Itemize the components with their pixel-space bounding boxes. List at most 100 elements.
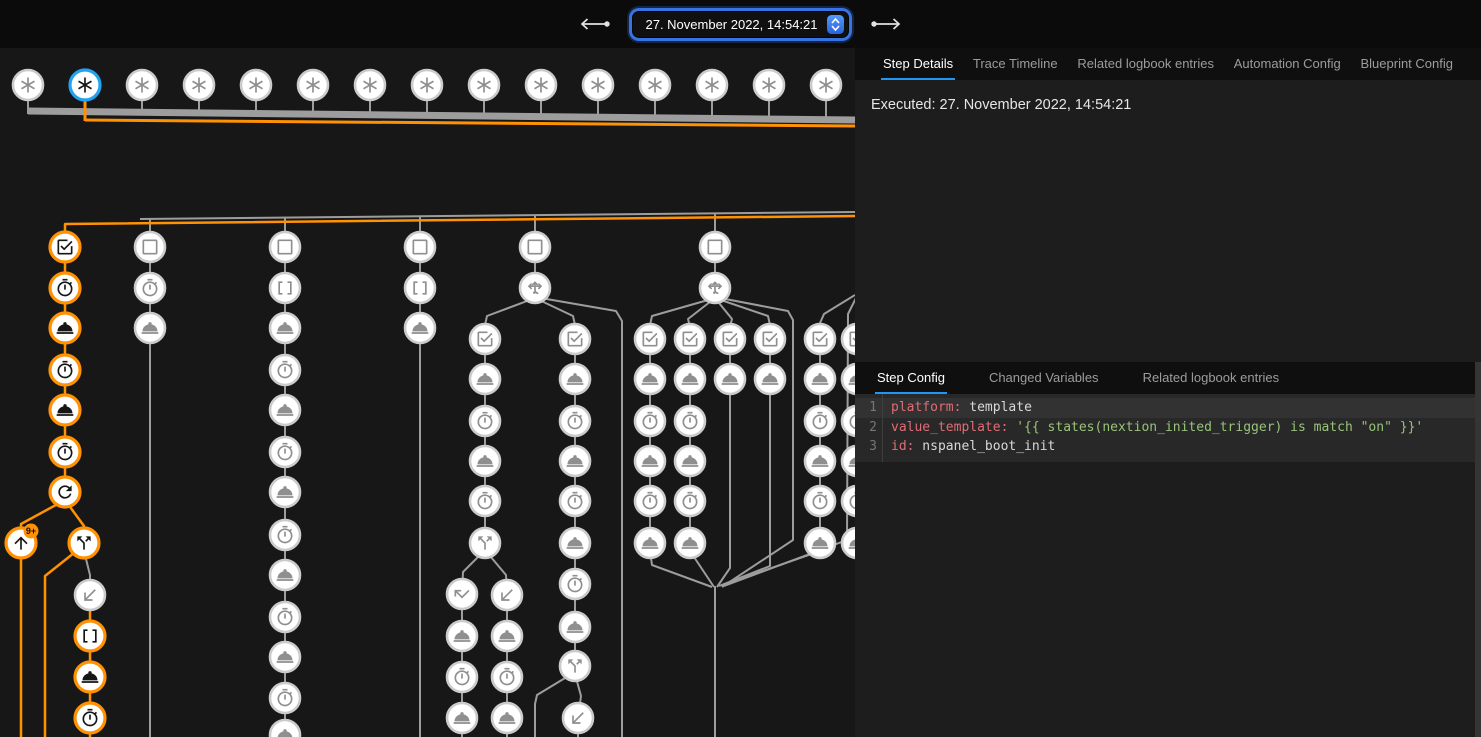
- code-line-3[interactable]: 3id: nspanel_boot_init: [855, 437, 1481, 457]
- trace-node-dome[interactable]: [270, 313, 300, 343]
- trace-node-dome[interactable]: [270, 395, 300, 425]
- trace-node-checkbox[interactable]: [805, 324, 835, 354]
- trace-node-asterisk[interactable]: [70, 70, 100, 100]
- run-datetime-select[interactable]: 27. November 2022, 14:54:21: [632, 11, 848, 38]
- trace-node-dome[interactable]: [805, 446, 835, 476]
- trace-node-asterisk[interactable]: [754, 70, 784, 100]
- trace-node-dome[interactable]: [755, 364, 785, 394]
- trace-node-timer[interactable]: [447, 662, 477, 692]
- trace-node-asterisk[interactable]: [184, 70, 214, 100]
- tab-blueprint-config[interactable]: Blueprint Config: [1358, 48, 1455, 80]
- trace-node-timer[interactable]: [635, 486, 665, 516]
- trace-node-timer[interactable]: [270, 355, 300, 385]
- tab-related-logbook-entries[interactable]: Related logbook entries: [1141, 362, 1282, 394]
- trace-node-checkbox[interactable]: [635, 324, 665, 354]
- trace-node-timer[interactable]: [805, 406, 835, 436]
- trace-node-decision[interactable]: [520, 273, 550, 303]
- trace-node-dome[interactable]: [635, 364, 665, 394]
- trace-node-dome[interactable]: [447, 621, 477, 651]
- tab-changed-variables[interactable]: Changed Variables: [987, 362, 1101, 394]
- trace-node-square[interactable]: [700, 232, 730, 262]
- trace-node-asterisk[interactable]: [811, 70, 841, 100]
- trace-node-dome[interactable]: [75, 662, 105, 692]
- trace-node-square[interactable]: [135, 232, 165, 262]
- trace-node-dome[interactable]: [492, 703, 522, 733]
- trace-node-brackets[interactable]: [75, 621, 105, 651]
- trace-node-dome[interactable]: [635, 528, 665, 558]
- trace-node-dome[interactable]: [675, 528, 705, 558]
- trace-node-asterisk[interactable]: [469, 70, 499, 100]
- trace-node-dome[interactable]: [560, 446, 590, 476]
- trace-node-asterisk[interactable]: [583, 70, 613, 100]
- tab-step-config[interactable]: Step Config: [875, 362, 947, 394]
- trace-node-checkbox[interactable]: [715, 324, 745, 354]
- trace-node-timer[interactable]: [675, 406, 705, 436]
- trace-node-timer[interactable]: [50, 273, 80, 303]
- trace-node-checkbox[interactable]: [755, 324, 785, 354]
- trace-node-asterisk[interactable]: [412, 70, 442, 100]
- yaml-code-editor[interactable]: 1platform: template2value_template: '{{ …: [855, 394, 1481, 462]
- trace-node-dome[interactable]: [675, 446, 705, 476]
- trace-node-dome[interactable]: [270, 720, 300, 737]
- trace-node-timer[interactable]: [270, 437, 300, 467]
- trace-node-timer[interactable]: [50, 437, 80, 467]
- trace-node-timer[interactable]: [675, 486, 705, 516]
- trace-node-dome[interactable]: [492, 621, 522, 651]
- trace-node-timer[interactable]: [50, 355, 80, 385]
- trace-node-arrow-dl[interactable]: [492, 580, 522, 610]
- trace-node-timer[interactable]: [560, 486, 590, 516]
- trace-node-timer[interactable]: [270, 520, 300, 550]
- panel-scrollbar[interactable]: [1475, 362, 1481, 737]
- trace-node-arrow-up[interactable]: 9+: [6, 524, 39, 559]
- tab-trace-timeline[interactable]: Trace Timeline: [971, 48, 1060, 80]
- trace-node-timer[interactable]: [270, 602, 300, 632]
- trace-node-split[interactable]: [470, 528, 500, 558]
- trace-node-timer[interactable]: [75, 703, 105, 733]
- trace-node-arrow-dl[interactable]: [563, 703, 593, 733]
- trace-node-asterisk[interactable]: [127, 70, 157, 100]
- trace-node-dome[interactable]: [270, 477, 300, 507]
- code-line-2[interactable]: 2value_template: '{{ states(nextion_init…: [855, 418, 1481, 438]
- tab-step-details[interactable]: Step Details: [881, 48, 955, 80]
- trace-node-brackets[interactable]: [270, 273, 300, 303]
- trace-node-square[interactable]: [270, 232, 300, 262]
- trace-node-dome[interactable]: [50, 395, 80, 425]
- trace-node-checkbox[interactable]: [842, 324, 855, 354]
- trace-node-dome[interactable]: [675, 364, 705, 394]
- trace-node-timer[interactable]: [470, 406, 500, 436]
- trace-node-asterisk[interactable]: [298, 70, 328, 100]
- trace-node-dome[interactable]: [50, 313, 80, 343]
- trace-node-asterisk[interactable]: [526, 70, 556, 100]
- trace-node-dome[interactable]: [135, 313, 165, 343]
- trace-node-dome[interactable]: [842, 528, 855, 558]
- trace-node-timer[interactable]: [135, 273, 165, 303]
- trace-node-refresh[interactable]: [50, 477, 80, 507]
- trace-node-timer[interactable]: [560, 406, 590, 436]
- trace-node-dome[interactable]: [270, 642, 300, 672]
- trace-node-split[interactable]: [69, 528, 99, 558]
- trace-node-timer[interactable]: [842, 406, 855, 436]
- trace-node-dome[interactable]: [842, 446, 855, 476]
- trace-node-timer[interactable]: [470, 486, 500, 516]
- trace-node-timer[interactable]: [492, 662, 522, 692]
- trace-node-checkbox[interactable]: [470, 324, 500, 354]
- trace-node-check-arrow[interactable]: [447, 579, 477, 609]
- trace-node-timer[interactable]: [635, 406, 665, 436]
- trace-node-brackets[interactable]: [405, 273, 435, 303]
- trace-node-dome[interactable]: [405, 313, 435, 343]
- trace-node-timer[interactable]: [270, 683, 300, 713]
- trace-node-asterisk[interactable]: [355, 70, 385, 100]
- trace-node-timer[interactable]: [805, 486, 835, 516]
- trace-node-dome[interactable]: [270, 560, 300, 590]
- next-run-arrow-icon[interactable]: [869, 16, 905, 32]
- trace-node-dome[interactable]: [805, 528, 835, 558]
- trace-node-timer[interactable]: [842, 486, 855, 516]
- trace-node-checkbox[interactable]: [675, 324, 705, 354]
- trace-node-dome[interactable]: [470, 364, 500, 394]
- trace-node-dome[interactable]: [842, 364, 855, 394]
- tab-related-logbook-entries[interactable]: Related logbook entries: [1075, 48, 1216, 80]
- code-line-1[interactable]: 1platform: template: [855, 398, 1481, 418]
- trace-node-dome[interactable]: [635, 446, 665, 476]
- tab-automation-config[interactable]: Automation Config: [1232, 48, 1343, 80]
- previous-run-arrow-icon[interactable]: [576, 16, 612, 32]
